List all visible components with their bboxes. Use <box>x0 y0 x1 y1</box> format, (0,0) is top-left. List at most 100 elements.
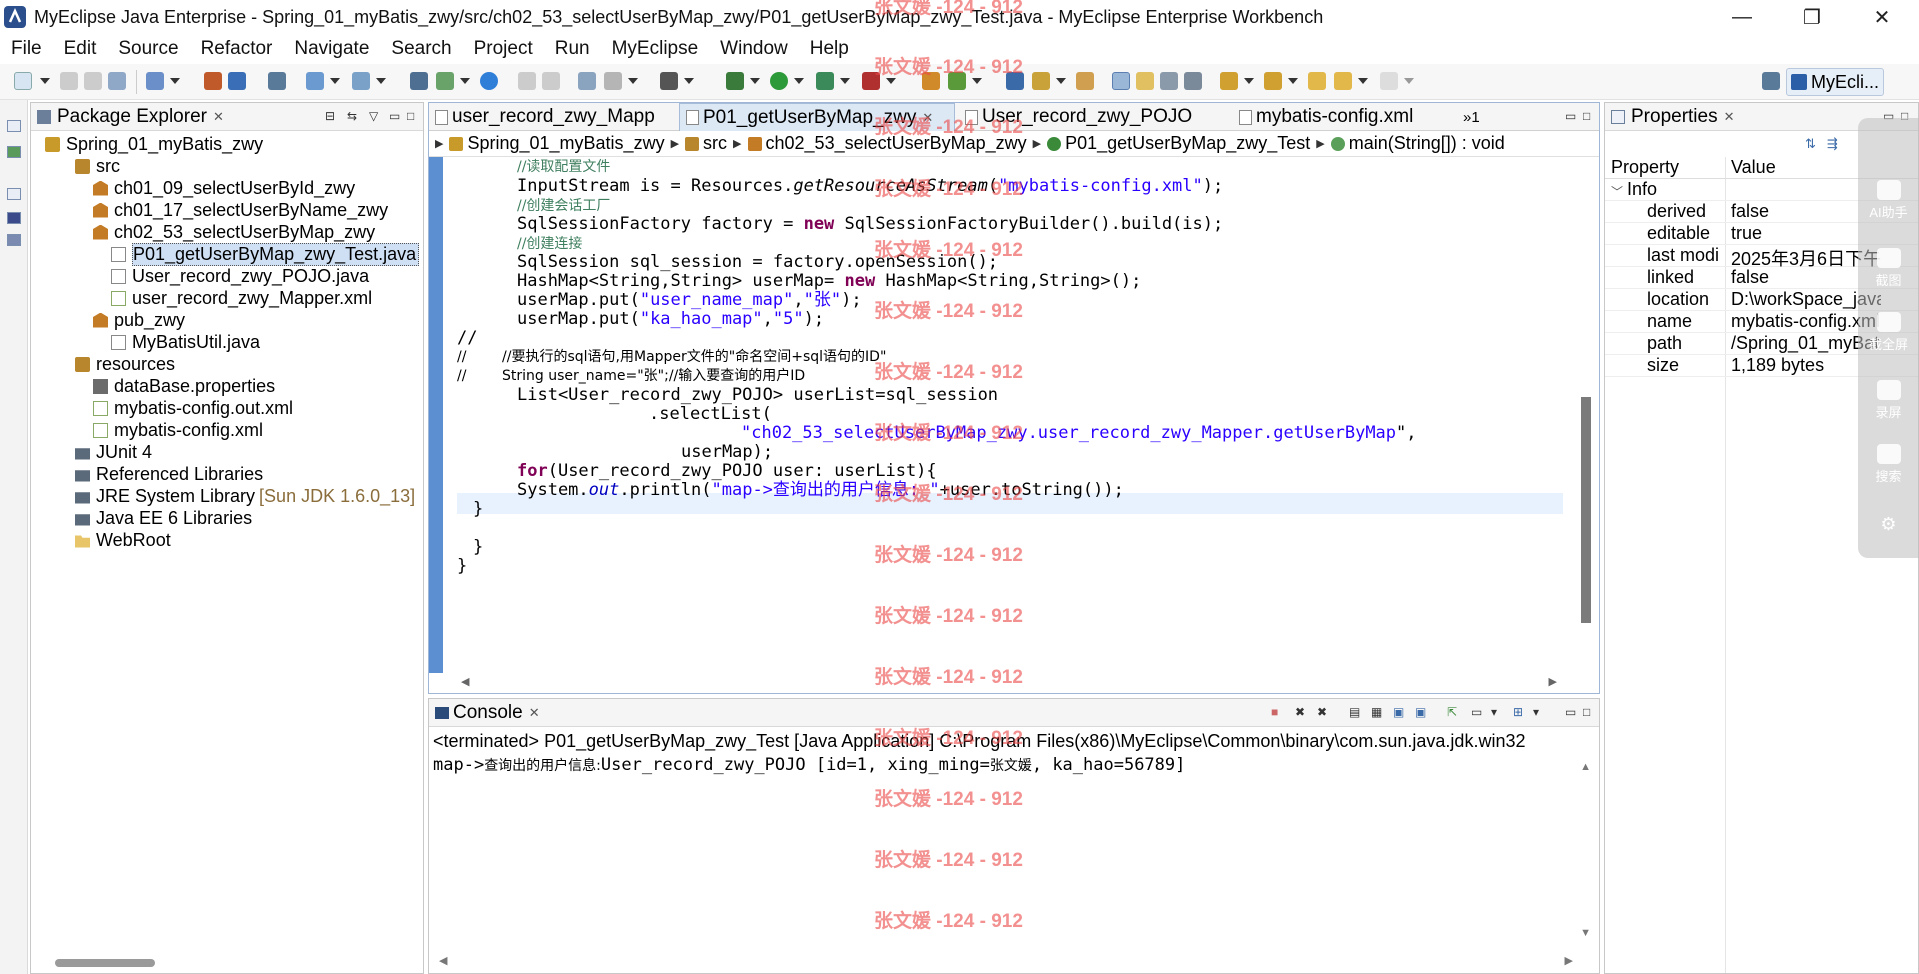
back-icon[interactable] <box>1334 72 1352 90</box>
nav-b-icon[interactable] <box>542 72 560 90</box>
breadcrumb-project[interactable]: Spring_01_myBatis_zwy <box>467 133 664 154</box>
remove-launch-icon[interactable]: ✖ <box>1295 705 1305 719</box>
minimize-console-icon[interactable]: ▭ <box>1565 705 1576 719</box>
menu-file[interactable]: File <box>0 38 53 60</box>
search-tool-icon[interactable] <box>352 72 370 90</box>
outline-icon[interactable] <box>7 212 21 224</box>
settings-button[interactable]: ⚙ <box>1858 514 1919 535</box>
open-type-dropdown-icon[interactable] <box>330 78 340 84</box>
open-console-dropdown-icon[interactable]: ▾ <box>1533 705 1539 719</box>
refresh-dropdown-icon[interactable] <box>972 78 982 84</box>
menu-help[interactable]: Help <box>799 38 860 60</box>
package-explorer-hscrollbar[interactable] <box>55 959 155 967</box>
close-tab-icon[interactable]: ✕ <box>922 110 933 126</box>
prev-annotation-dropdown-icon[interactable] <box>1288 78 1298 84</box>
search-button[interactable]: 搜索 <box>1858 444 1919 485</box>
link-editor-icon[interactable]: ⇆ <box>347 109 357 123</box>
tree-item-properties[interactable]: dataBase.properties <box>93 375 275 397</box>
next-annotation-dropdown-icon[interactable] <box>1244 78 1254 84</box>
close-window-button[interactable]: ✕ <box>1852 0 1912 34</box>
display-console-icon[interactable]: ▭ <box>1471 705 1482 719</box>
save-all-icon[interactable] <box>84 72 102 90</box>
server-icon[interactable] <box>268 72 286 90</box>
annotation-icon[interactable] <box>1076 72 1094 90</box>
tab-test-java[interactable]: P01_getUserByMap_zwy ✕ <box>679 103 955 131</box>
screenshot-button[interactable]: 截图 <box>1858 248 1919 289</box>
editor-hscrollbar[interactable]: ◀ ▶ <box>443 673 1563 693</box>
tree-item-library[interactable]: Java EE 6 Libraries <box>75 507 252 529</box>
next-annotation-icon[interactable] <box>1220 72 1238 90</box>
filter-icon[interactable]: ⇶ <box>1827 136 1838 152</box>
menu-run[interactable]: Run <box>544 38 601 60</box>
tree-item-src[interactable]: src <box>75 155 120 177</box>
monitor-dropdown-icon[interactable] <box>684 78 694 84</box>
menu-edit[interactable]: Edit <box>53 38 108 60</box>
tool-a-icon[interactable] <box>578 72 596 90</box>
scroll-lock-icon[interactable]: ▦ <box>1371 705 1382 719</box>
run-dropdown-icon[interactable] <box>794 78 804 84</box>
search-dropdown-icon[interactable] <box>376 78 386 84</box>
highlight-icon[interactable] <box>1136 72 1154 90</box>
open-task-icon[interactable] <box>1006 72 1024 90</box>
coverage-icon[interactable] <box>816 72 834 90</box>
code-dropdown-icon[interactable] <box>460 78 470 84</box>
tree-item-project[interactable]: Spring_01_myBatis_zwy <box>45 133 263 155</box>
block-select-icon[interactable] <box>1160 72 1178 90</box>
maximize-view-icon[interactable]: □ <box>407 109 414 123</box>
tree-item-xml[interactable]: user_record_zwy_Mapper.xml <box>111 287 372 309</box>
new-dropdown-icon[interactable] <box>40 78 50 84</box>
breadcrumb-src[interactable]: src <box>703 133 727 154</box>
close-package-explorer-icon[interactable]: ✕ <box>213 109 224 125</box>
breadcrumb-method[interactable]: main(String[]) : void <box>1349 133 1505 154</box>
tool-b-dropdown-icon[interactable] <box>628 78 638 84</box>
new-icon[interactable] <box>14 72 32 90</box>
categories-icon[interactable]: ⇅ <box>1805 136 1816 152</box>
debug-dropdown-icon[interactable] <box>750 78 760 84</box>
scroll-right-icon[interactable]: ▶ <box>1549 675 1557 688</box>
console-output[interactable]: map->查询出的用户信息:User_record_zwy_POJO [id=1… <box>433 755 1185 775</box>
external-tools-icon[interactable] <box>862 72 880 90</box>
browser-icon[interactable] <box>480 72 498 90</box>
perspective-myeclipse-button[interactable]: MyEcli... <box>1786 68 1884 96</box>
tree-item-xml[interactable]: mybatis-config.out.xml <box>93 397 293 419</box>
tab-overflow[interactable]: »1 <box>1457 103 1497 131</box>
menu-project[interactable]: Project <box>463 38 544 60</box>
hierarchy-icon[interactable] <box>7 146 21 158</box>
build-icon[interactable] <box>204 72 222 90</box>
tab-mapper-xml[interactable]: user_record_zwy_Mapp <box>429 103 675 131</box>
display-dropdown-icon[interactable]: ▾ <box>1491 705 1497 719</box>
tab-config-xml[interactable]: mybatis-config.xml <box>1233 103 1453 131</box>
show-stderr-icon[interactable]: ▣ <box>1415 705 1426 719</box>
prev-annotation-icon[interactable] <box>1264 72 1282 90</box>
pen-dropdown-icon[interactable] <box>1056 78 1066 84</box>
console-scroll-down-icon[interactable]: ▼ <box>1580 927 1591 939</box>
menu-window[interactable]: Window <box>709 38 799 60</box>
clear-console-icon[interactable]: ▤ <box>1349 705 1360 719</box>
monitor-icon[interactable] <box>660 72 678 90</box>
maximize-editor-icon[interactable]: □ <box>1583 109 1590 123</box>
show-stdout-icon[interactable]: ▣ <box>1393 705 1404 719</box>
console-tab[interactable]: Console ✕ <box>429 702 540 724</box>
close-console-icon[interactable]: ✕ <box>529 705 540 721</box>
pen-icon[interactable] <box>1032 72 1050 90</box>
open-type-icon[interactable] <box>306 72 324 90</box>
tree-item-library[interactable]: JRE System Library [Sun JDK 1.6.0_13] <box>75 485 415 507</box>
minimize-button[interactable]: — <box>1712 0 1772 34</box>
nav-a-icon[interactable] <box>518 72 536 90</box>
back-dropdown-icon[interactable] <box>1358 78 1368 84</box>
breadcrumb-class[interactable]: P01_getUserByMap_zwy_Test <box>1065 133 1310 154</box>
tree-item-xml[interactable]: mybatis-config.xml <box>93 419 263 441</box>
remove-all-icon[interactable]: ✖ <box>1317 705 1327 719</box>
terminate-icon[interactable]: ■ <box>1271 705 1278 719</box>
new-class-icon[interactable] <box>922 72 940 90</box>
tree-item-package[interactable]: ch02_53_selectUserByMap_zwy <box>93 221 375 243</box>
deploy-icon[interactable] <box>228 72 246 90</box>
minimize-view-icon[interactable]: ▭ <box>389 109 400 123</box>
print-icon[interactable] <box>108 72 126 90</box>
restore-icon[interactable] <box>7 120 21 132</box>
forward-dropdown-icon[interactable] <box>1404 78 1414 84</box>
code-editor[interactable]: //读取配置文件 InputStream is = Resources.getR… <box>429 157 1599 673</box>
servers-icon[interactable] <box>7 234 21 246</box>
open-console-icon[interactable]: ⊞ <box>1513 705 1523 719</box>
run-icon[interactable] <box>770 72 788 90</box>
